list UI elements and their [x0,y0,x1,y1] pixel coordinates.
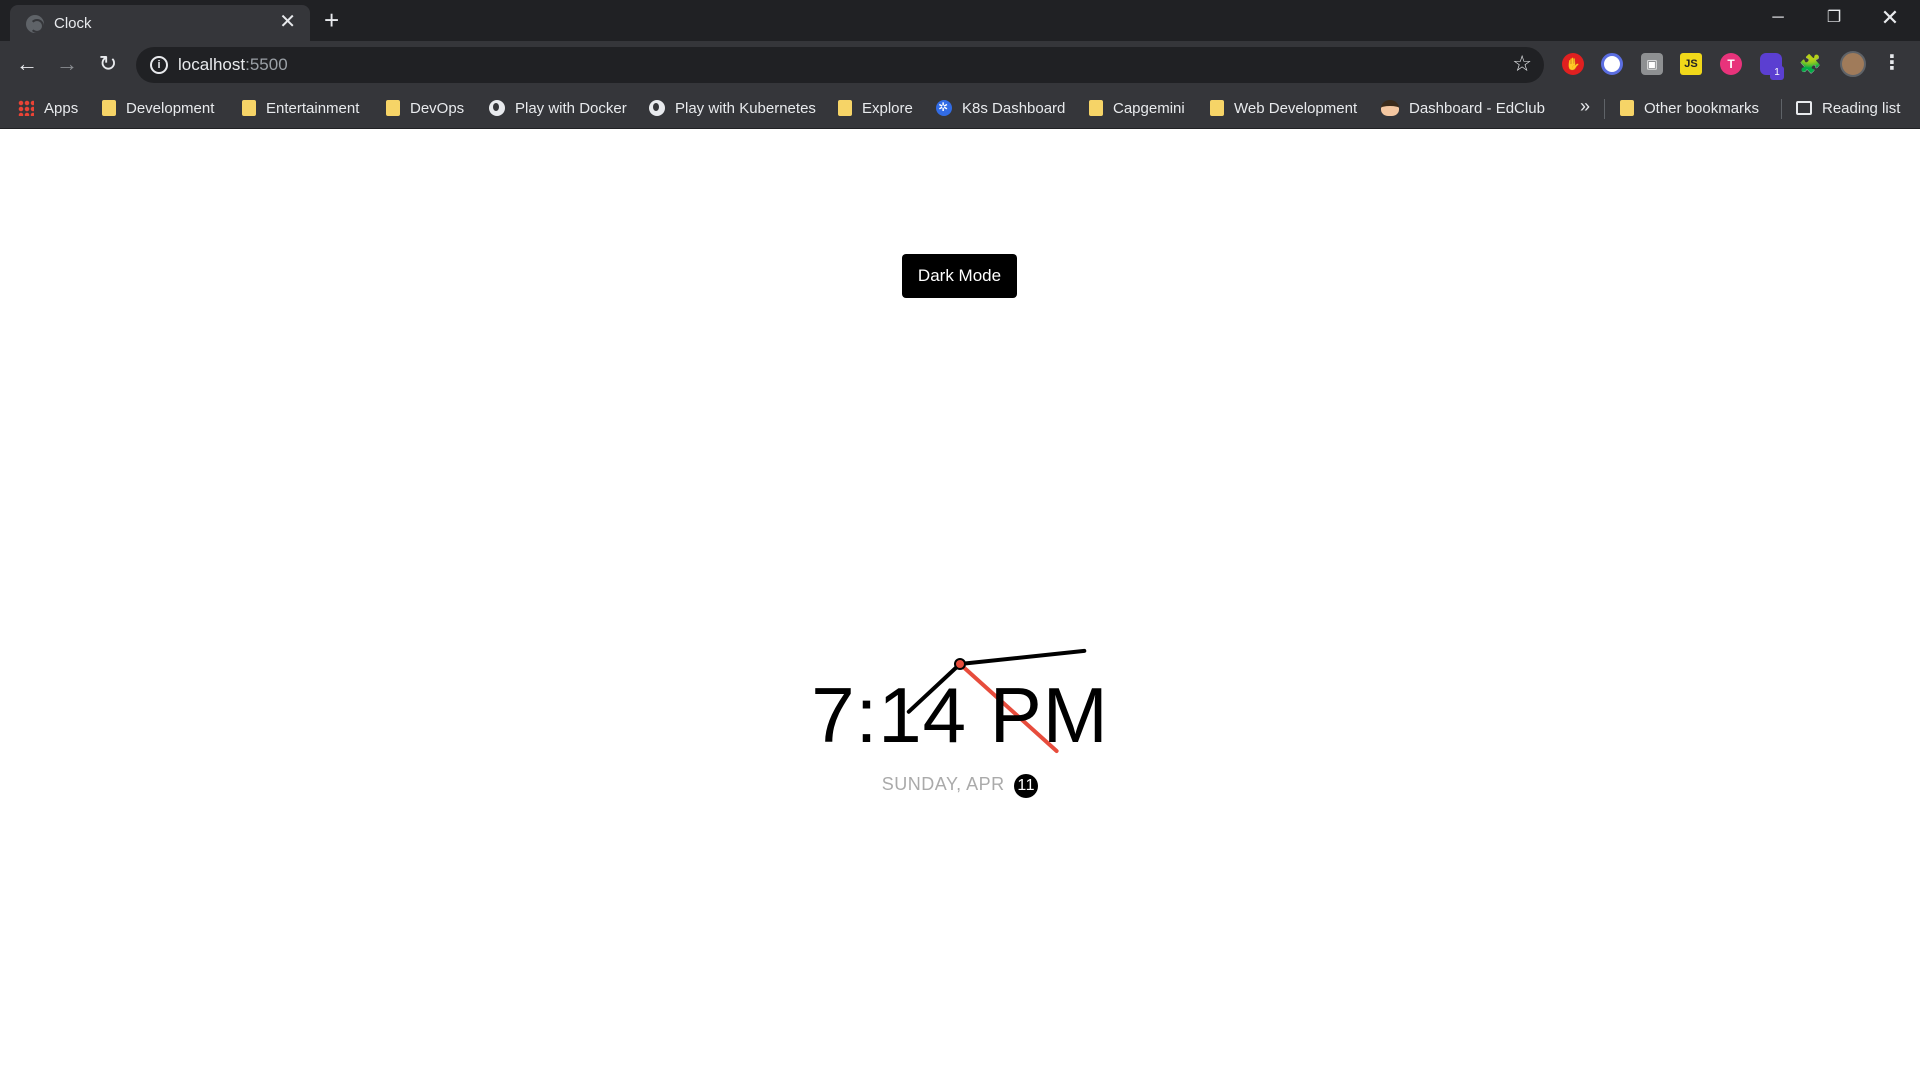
bookmark-label: Capgemini [1113,100,1185,117]
url-port: :5500 [245,55,288,74]
bookmark-divider [1604,99,1605,119]
reload-icon[interactable]: ↻ [94,51,122,79]
more-bookmarks-icon[interactable]: » [1580,96,1590,117]
date-day-badge: 11 [1014,774,1039,798]
close-tab-icon[interactable]: ✕ [279,12,296,32]
apps-grid-icon [18,100,34,116]
bookmark-label: Reading list [1822,100,1901,117]
folder-icon [838,100,852,116]
kubernetes-icon [936,97,952,117]
reading-list[interactable]: Reading list [1796,99,1900,119]
minimize-icon[interactable]: ─ [1750,0,1806,36]
bookmarks-bar: Apps Development Entertainment DevOps Pl… [0,88,1920,129]
bookmark-capgemini[interactable]: Capgemini [1089,99,1185,119]
clock-center [954,658,966,670]
date-text: SUNDAY, APR [881,774,1011,794]
bookmark-label: K8s Dashboard [962,100,1066,117]
restore-icon[interactable]: ❐ [1806,0,1862,36]
bookmark-label: Dashboard - EdClub [1409,100,1545,117]
address-bar[interactable]: i localhost:5500 ☆ [136,47,1544,83]
minute-hand [958,648,1087,666]
bookmark-play-with-kubernetes[interactable]: Play with Kubernetes [649,99,816,119]
block-icon[interactable] [1601,53,1623,75]
bookmark-label: Play with Kubernetes [675,100,816,117]
info-icon[interactable]: i [150,56,168,74]
globe-icon [26,15,44,33]
bookmark-divider [1781,99,1782,119]
reading-list-icon [1796,101,1812,115]
globe-icon [489,100,505,116]
url-host: localhost [178,55,246,74]
puzzle-icon[interactable]: 🧩 [1799,53,1821,75]
page-content: Dark Mode 7:14 PM SUNDAY, APR 11 [0,129,1920,1080]
edclub-icon [1381,100,1399,116]
url-text[interactable]: localhost:5500 [178,55,288,75]
js-icon[interactable]: JS [1680,53,1702,75]
pink-t-icon[interactable]: T [1720,53,1742,75]
close-window-icon[interactable]: ✕ [1862,0,1918,36]
tab-clock[interactable]: Clock ✕ [10,5,310,41]
bookmark-apps[interactable]: Apps [18,99,78,119]
toolbar: ← → ↻ i localhost:5500 ☆ [0,41,1920,88]
bookmark-web-development[interactable]: Web Development [1210,99,1357,119]
avatar[interactable] [1840,51,1866,77]
bookmark-label: Entertainment [266,100,360,117]
red-hand-icon[interactable]: ✋ [1562,53,1584,75]
bookmark-label: Development [126,100,215,117]
folder-icon [102,100,116,116]
folder-icon [1620,100,1634,116]
bookmark-explore[interactable]: Explore [838,99,913,119]
bookmark-label: Web Development [1234,100,1358,117]
bookmark-development[interactable]: Development [102,99,214,119]
bookmark-devops[interactable]: DevOps [386,99,464,119]
folder-icon [386,100,400,116]
back-icon[interactable]: ← [13,51,41,79]
gray-square-icon[interactable]: ▣ [1641,53,1663,75]
menu-icon[interactable]: ⋮ [1882,50,1902,75]
bookmark-entertainment[interactable]: Entertainment [242,99,359,119]
bookmark-k8s-dashboard[interactable]: K8s Dashboard [936,97,1066,119]
extension-badge: 1 [1770,66,1784,80]
tab-strip: Clock ✕ + ─ ❐ ✕ [0,0,1920,41]
bookmark-label: Explore [862,100,913,117]
bookmark-play-with-docker[interactable]: Play with Docker [489,99,627,119]
dark-mode-button[interactable]: Dark Mode [902,254,1017,298]
bookmark-label: Apps [44,100,79,117]
globe-icon [649,100,665,116]
forward-icon[interactable]: → [53,51,81,79]
bookmark-label: DevOps [410,100,465,117]
bookmark-label: Other bookmarks [1644,100,1760,117]
bookmark-label: Play with Docker [515,100,627,117]
date-line: SUNDAY, APR 11 [0,774,1920,798]
bookmark-other-bookmarks[interactable]: Other bookmarks [1620,99,1759,119]
folder-icon [1210,100,1224,116]
folder-icon [242,100,256,116]
folder-icon [1089,100,1103,116]
bookmark-star-icon[interactable]: ☆ [1512,51,1532,77]
tab-title: Clock [54,15,92,32]
digital-time: 7:14 PM [811,671,1109,759]
bookmark-dashboard-edclub[interactable]: Dashboard - EdClub [1381,99,1545,119]
new-tab-icon[interactable]: + [324,6,339,34]
